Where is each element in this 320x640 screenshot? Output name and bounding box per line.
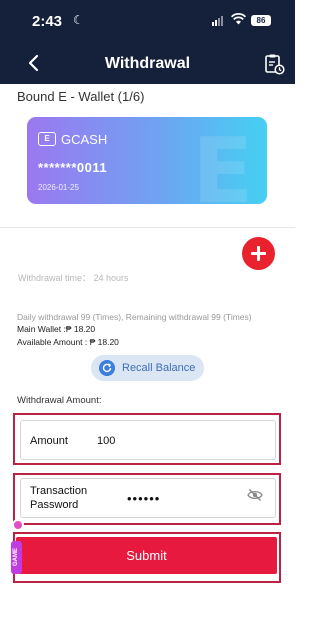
main-wallet-balance: Main Wallet :₱ 18.20 bbox=[17, 324, 96, 334]
nav-bar: Withdrawal bbox=[0, 44, 295, 84]
amount-label: Amount bbox=[30, 435, 68, 447]
signal-icon bbox=[212, 16, 223, 26]
refresh-icon bbox=[99, 360, 115, 376]
add-wallet-button[interactable] bbox=[242, 237, 275, 270]
game-tab[interactable]: GAME bbox=[11, 541, 22, 574]
withdrawal-time-text: Withdrawal time： 24 hours bbox=[18, 273, 129, 283]
wallet-expiry-date: 2026-01-25 bbox=[38, 183, 79, 192]
page-title: Withdrawal bbox=[104, 55, 191, 72]
section-divider bbox=[0, 227, 295, 228]
wifi-icon bbox=[231, 13, 246, 25]
password-input[interactable]: •••••• bbox=[127, 491, 160, 506]
wallet-card[interactable]: E E GCASH *******0011 2026-01-25 bbox=[27, 117, 267, 204]
bound-wallet-label: Bound E - Wallet (1/6) bbox=[17, 89, 145, 104]
withdrawal-record-icon[interactable] bbox=[262, 52, 286, 76]
password-label-line2: Password bbox=[30, 499, 79, 511]
recall-balance-label: Recall Balance bbox=[122, 362, 196, 374]
moon-icon: ☾ bbox=[73, 13, 84, 27]
password-field[interactable]: Transaction Password •••••• bbox=[20, 478, 276, 518]
wallet-logo-icon: E bbox=[38, 132, 56, 146]
daily-withdrawal-text: Daily withdrawal 99 (Times), Remaining w… bbox=[17, 312, 252, 322]
amount-input[interactable]: 100 bbox=[97, 435, 115, 447]
wallet-card-number: *******0011 bbox=[38, 160, 108, 175]
available-amount: Available Amount : ₱ 18.20 bbox=[17, 337, 119, 347]
battery-indicator: 86 bbox=[251, 15, 271, 26]
withdrawal-amount-label: Withdrawal Amount: bbox=[17, 395, 102, 406]
password-label-line1: Transaction bbox=[30, 485, 88, 497]
amount-field[interactable]: Amount 100 bbox=[20, 420, 276, 460]
submit-button[interactable]: Submit bbox=[16, 537, 277, 574]
status-bar: 2:43 ☾ 86 bbox=[0, 0, 295, 44]
wallet-provider: GCASH bbox=[61, 132, 108, 147]
status-time: 2:43 bbox=[32, 13, 63, 30]
recall-balance-button[interactable]: Recall Balance bbox=[91, 355, 204, 381]
eye-slash-icon[interactable] bbox=[247, 488, 263, 502]
game-float-dot[interactable] bbox=[12, 519, 24, 531]
watermark-logo: E bbox=[192, 119, 254, 204]
